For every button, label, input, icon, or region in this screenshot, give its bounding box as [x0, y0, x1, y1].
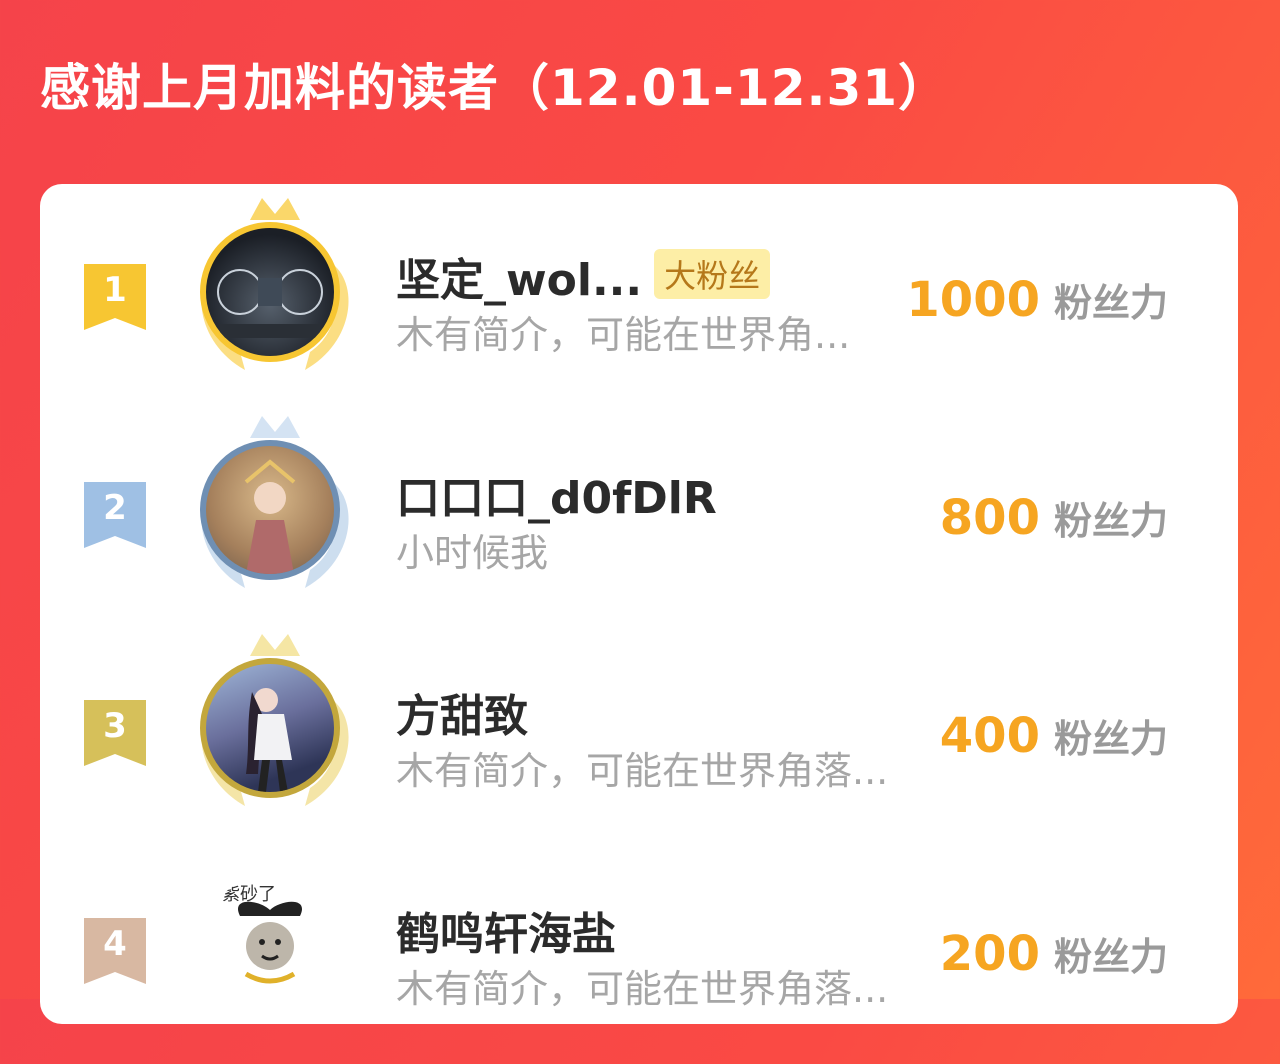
- reader-name[interactable]: 方甜致: [396, 680, 528, 744]
- score-value: 400: [939, 708, 1040, 764]
- reader-name[interactable]: 坚定_wol... 大粉丝: [396, 244, 771, 308]
- score-value: 1000: [906, 272, 1040, 328]
- rank-number-1: 1: [103, 270, 127, 310]
- rank-number-3: 3: [103, 706, 127, 746]
- character-avatar-image: [244, 459, 296, 574]
- score-unit: 粉丝力: [1053, 935, 1168, 979]
- avatar-caption: 紫砂了: [222, 884, 276, 905]
- score-value: 200: [939, 926, 1040, 982]
- anime-girl-avatar-image: [246, 688, 292, 792]
- fan-badge: 大粉丝: [654, 249, 771, 299]
- fan-power-score: 800 粉丝力: [940, 490, 1168, 546]
- avatar[interactable]: [200, 222, 340, 362]
- reader-row-1[interactable]: 1 坚定_wol... 大粉丝 木有简介，可能在世界角... 1000 粉丝力: [40, 192, 1238, 410]
- rank-number-2: 2: [103, 488, 127, 528]
- score-value: 800: [939, 490, 1040, 546]
- reader-row-2[interactable]: 2 口口口_d0fDlR 小时候我 800 粉丝力: [40, 410, 1238, 628]
- fan-power-score: 200 粉丝力: [940, 926, 1168, 982]
- score-unit: 粉丝力: [1053, 717, 1168, 761]
- fan-power-score: 400 粉丝力: [940, 708, 1168, 764]
- rank-number-4: 4: [103, 924, 127, 964]
- dashboard-avatar-image: [217, 269, 323, 338]
- avatar[interactable]: [200, 658, 340, 798]
- fan-power-score: 1000 粉丝力: [906, 272, 1168, 328]
- reader-name[interactable]: 口口口_d0fDlR: [396, 462, 717, 526]
- score-unit: 粉丝力: [1053, 281, 1168, 325]
- reader-description: 木有简介，可能在世界角落...: [396, 967, 889, 1011]
- reader-name[interactable]: 鹤鸣轩海盐: [396, 898, 616, 962]
- reader-description: 木有简介，可能在世界角落...: [396, 749, 889, 793]
- reader-description: 小时候我: [396, 531, 549, 575]
- avatar[interactable]: [200, 440, 340, 580]
- reader-row-3[interactable]: 3 方甜致 木有简介，可能在世界角落... 400 粉丝力: [40, 628, 1238, 846]
- avatar[interactable]: 紫砂了: [200, 876, 340, 1016]
- reader-row-4[interactable]: 4 紫砂了 鹤鸣轩海盐 木有简介，可能在世界角落... 200 粉丝力: [40, 846, 1238, 1064]
- score-unit: 粉丝力: [1053, 499, 1168, 543]
- reader-list-card: 1 坚定_wol... 大粉丝 木有简介，可能在世界角... 1000 粉丝力 2: [40, 184, 1238, 1024]
- reader-description: 木有简介，可能在世界角...: [396, 313, 851, 357]
- page-title: 感谢上月加料的读者（12.01-12.31）: [40, 59, 950, 117]
